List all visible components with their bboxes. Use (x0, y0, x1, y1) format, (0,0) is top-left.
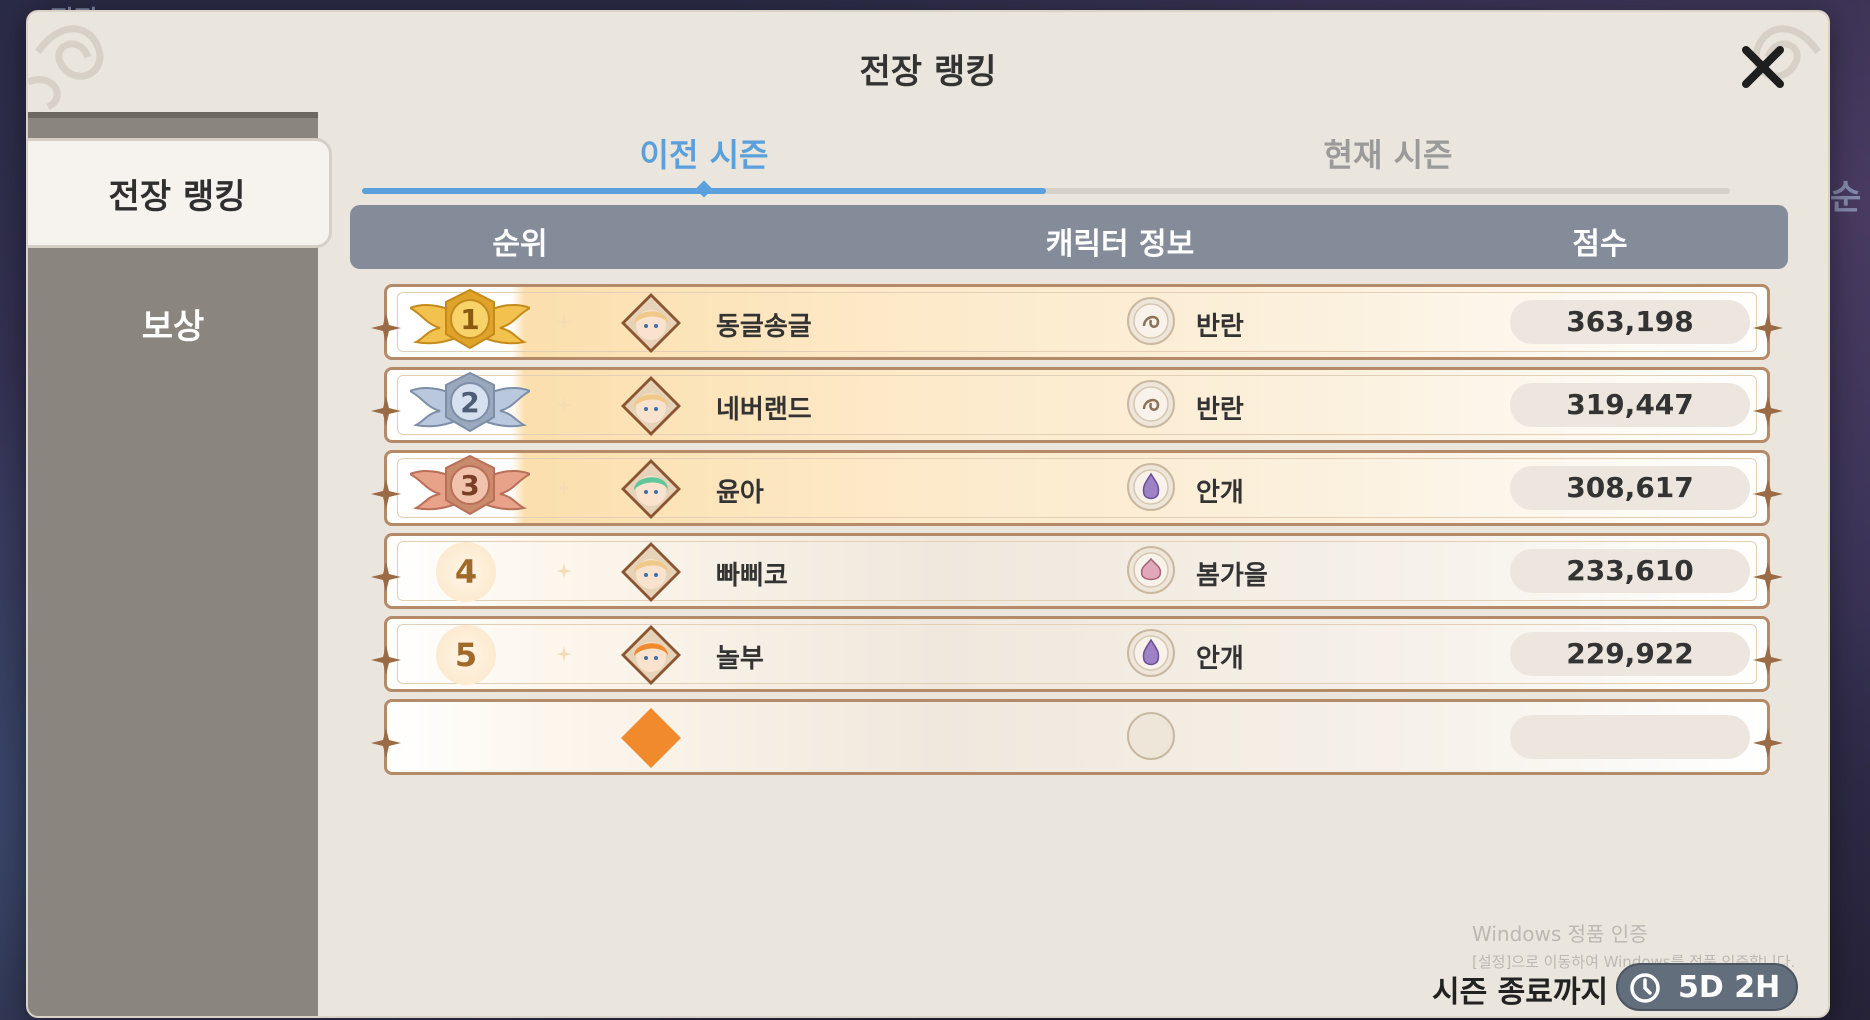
clock-icon (1630, 973, 1660, 1003)
watermark-line1: Windows 정품 인증 (1472, 922, 1648, 946)
sparkle-icon (556, 314, 572, 330)
header-character-info: 캐릭터 정보 (1045, 227, 1195, 262)
medal-silver-icon: 2 (410, 371, 530, 433)
character-portrait-icon (621, 708, 681, 768)
row-ornament-star-icon (371, 645, 401, 675)
row-ornament-star-icon (1753, 562, 1783, 592)
mist-emblem-icon (1127, 629, 1175, 677)
rank-badge: 5 (436, 625, 496, 685)
tab-indicator-diamond-icon (695, 180, 713, 198)
row-ornament-star-icon (1753, 645, 1783, 675)
row-ornament-star-icon (371, 396, 401, 426)
rebel-emblem-icon (1127, 297, 1175, 345)
table-row[interactable]: 3 윤아 안개 308,617 (370, 446, 1784, 532)
character-name: 빠삐코 (716, 561, 788, 591)
character-portrait-icon (621, 293, 681, 353)
rank-badge: 4 (436, 542, 496, 602)
sidebar-item-rewards[interactable]: 보상 (28, 268, 318, 378)
sparkle-icon (556, 646, 572, 662)
rank-number: 5 (454, 636, 478, 674)
row-ornament-star-icon (371, 479, 401, 509)
score-value: 308,617 (1510, 466, 1750, 510)
ranking-list[interactable]: 1 동글송글 반란 363,198 2 네버랜드 반란 319,447 3 윤아 안개 308,617… (370, 280, 1784, 810)
rebel-emblem-icon (1127, 380, 1175, 428)
row-ornament-star-icon (1753, 313, 1783, 343)
season-tabs: 이전 시즌 현재 시즌 (362, 118, 1730, 198)
character-portrait-icon (621, 625, 681, 685)
mist-emblem-icon (1127, 463, 1175, 511)
sparkle-icon (556, 563, 572, 579)
score-pill (1510, 715, 1750, 759)
character-name: 놀부 (716, 644, 764, 674)
row-ornament-star-icon (1753, 479, 1783, 509)
season-end-label: 시즌 종료까지 (1432, 975, 1609, 1010)
character-portrait-icon (621, 376, 681, 436)
character-portrait-icon (621, 459, 681, 519)
character-name: 네버랜드 (716, 395, 812, 425)
header-score: 점수 (1572, 227, 1628, 262)
medal-gold-icon: 1 (410, 288, 530, 350)
season-timer: 5D 2H (1616, 963, 1798, 1011)
row-ornament-star-icon (1753, 396, 1783, 426)
score-value: 363,198 (1510, 300, 1750, 344)
season-emblem-icon (1127, 546, 1175, 594)
tab-current-season[interactable]: 현재 시즌 (1046, 130, 1730, 176)
guild-emblem-icon (1127, 712, 1175, 760)
medal-rank-number: 1 (460, 303, 479, 336)
tab-previous-season[interactable]: 이전 시즌 (362, 130, 1046, 176)
table-row[interactable]: 2 네버랜드 반란 319,447 (370, 363, 1784, 449)
ranking-modal: 전장 랭킹 전장 랭킹 보상 이전 시즌 현재 시즌 순위 캐릭터 정보 점수 … (28, 12, 1828, 1016)
guild-name: 반란 (1196, 312, 1244, 342)
sparkle-icon (556, 397, 572, 413)
score-value: 319,447 (1510, 383, 1750, 427)
character-portrait-icon (621, 542, 681, 602)
table-row[interactable]: 1 동글송글 반란 363,198 (370, 280, 1784, 366)
character-name: 동글송글 (716, 312, 812, 342)
score-value: 233,610 (1510, 549, 1750, 593)
score-value: 229,922 (1510, 632, 1750, 676)
modal-title: 전장 랭킹 (859, 52, 997, 92)
table-row[interactable]: 5 놀부 안개 229,922 (370, 612, 1784, 698)
table-row[interactable]: 4 빠삐코 봄가을 233,610 (370, 529, 1784, 615)
medal-rank-number: 2 (460, 386, 479, 419)
header-rank: 순위 (492, 227, 548, 262)
sidebar: 전장 랭킹 보상 (28, 112, 332, 1016)
medal-bronze-icon: 3 (410, 454, 530, 516)
medal-rank-number: 3 (460, 469, 479, 502)
modal-header: 전장 랭킹 (28, 12, 1828, 112)
row-ornament-star-icon (1753, 728, 1783, 758)
sidebar-item-ranking[interactable]: 전장 랭킹 (28, 138, 332, 248)
table-header: 순위 캐릭터 정보 점수 (350, 205, 1788, 269)
row-ornament-star-icon (371, 562, 401, 592)
guild-name: 봄가을 (1196, 561, 1268, 591)
close-button[interactable] (1738, 42, 1788, 92)
timer-value: 5D 2H (1678, 970, 1781, 1005)
row-ornament-star-icon (371, 313, 401, 343)
guild-name: 반란 (1196, 395, 1244, 425)
table-row-partial[interactable] (370, 695, 1784, 781)
background-text-right: 순 (1830, 178, 1862, 218)
character-name: 윤아 (716, 478, 764, 508)
row-ornament-star-icon (371, 728, 401, 758)
guild-name: 안개 (1196, 644, 1244, 674)
rank-number: 4 (454, 553, 478, 591)
guild-name: 안개 (1196, 478, 1244, 508)
sparkle-icon (556, 480, 572, 496)
